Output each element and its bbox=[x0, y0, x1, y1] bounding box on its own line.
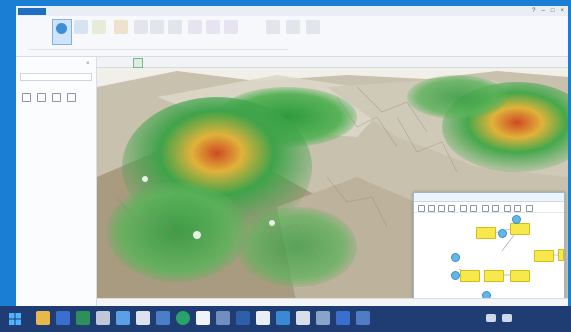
labeling-icon[interactable] bbox=[266, 20, 280, 34]
file-explorer-icon[interactable] bbox=[36, 311, 50, 325]
list-by-editing-icon[interactable] bbox=[67, 93, 76, 102]
modelbuilder-toolbar bbox=[414, 203, 564, 213]
tab-scene-view[interactable] bbox=[133, 58, 143, 68]
model-node-tool[interactable] bbox=[558, 249, 564, 261]
status-bar bbox=[97, 298, 568, 306]
list-by-selection-icon[interactable] bbox=[52, 93, 61, 102]
app-icon[interactable] bbox=[336, 311, 350, 325]
view-tabs bbox=[97, 57, 568, 68]
save-icon[interactable] bbox=[418, 205, 425, 212]
arcgis-pro-window: ? – □ × × bbox=[16, 6, 568, 306]
model-node-data[interactable] bbox=[451, 271, 460, 280]
app-icon[interactable] bbox=[196, 311, 210, 325]
title-bar: ? – □ × bbox=[16, 6, 568, 16]
network-icon[interactable] bbox=[486, 314, 496, 322]
add-data-icon[interactable] bbox=[114, 20, 128, 34]
pan-icon[interactable] bbox=[504, 205, 511, 212]
minimize-icon[interactable]: – bbox=[542, 7, 545, 15]
app-icon[interactable] bbox=[356, 311, 370, 325]
cut-icon[interactable] bbox=[428, 205, 435, 212]
app-icon[interactable] bbox=[256, 311, 270, 325]
model-node-tool[interactable] bbox=[510, 223, 530, 235]
download-map-icon[interactable] bbox=[306, 20, 320, 34]
model-node-data[interactable] bbox=[512, 215, 521, 224]
run-icon[interactable] bbox=[470, 205, 477, 212]
pane-search-input[interactable] bbox=[20, 73, 92, 81]
infographics-icon[interactable] bbox=[224, 20, 238, 34]
paste-icon[interactable] bbox=[448, 205, 455, 212]
model-node-tool[interactable] bbox=[476, 227, 496, 239]
tab-map-view[interactable] bbox=[101, 58, 109, 66]
app-icon[interactable] bbox=[276, 311, 290, 325]
navigate-button[interactable] bbox=[52, 19, 72, 45]
windows-start-icon[interactable] bbox=[8, 312, 22, 326]
app-icon[interactable] bbox=[76, 311, 90, 325]
validate-icon[interactable] bbox=[460, 205, 467, 212]
auto-layout-icon[interactable] bbox=[482, 205, 489, 212]
window-controls: ? – □ × bbox=[532, 7, 564, 15]
app-icon[interactable] bbox=[296, 311, 310, 325]
close-icon[interactable]: × bbox=[560, 7, 564, 15]
select-by-attributes-icon[interactable] bbox=[150, 20, 164, 34]
model-node-data[interactable] bbox=[498, 229, 507, 238]
app-icon[interactable] bbox=[236, 311, 250, 325]
ribbon-group-labels bbox=[28, 49, 288, 50]
pane-close-icon[interactable]: × bbox=[86, 61, 90, 67]
app-icon[interactable] bbox=[216, 311, 230, 325]
scene-view[interactable] bbox=[97, 57, 568, 306]
desktop: ? – □ × × bbox=[0, 0, 571, 332]
app-icon[interactable] bbox=[176, 311, 190, 325]
model-node-tool[interactable] bbox=[484, 270, 504, 282]
app-icon[interactable] bbox=[96, 311, 110, 325]
model-canvas[interactable] bbox=[414, 213, 564, 300]
basemap-icon[interactable] bbox=[92, 20, 106, 34]
locate-icon[interactable] bbox=[206, 20, 220, 34]
ie-icon[interactable] bbox=[56, 311, 70, 325]
measure-icon[interactable] bbox=[188, 20, 202, 34]
project-tab[interactable] bbox=[18, 8, 46, 15]
maximize-icon[interactable]: □ bbox=[551, 7, 555, 15]
model-node-tool[interactable] bbox=[534, 250, 554, 262]
copy-icon[interactable] bbox=[438, 205, 445, 212]
arcgis-pro-taskbar-icon[interactable] bbox=[116, 311, 130, 325]
lock-icon[interactable] bbox=[286, 20, 300, 34]
model-node-tool[interactable] bbox=[510, 270, 530, 282]
zoom-icon[interactable] bbox=[514, 205, 521, 212]
windows-taskbar bbox=[0, 306, 571, 332]
ribbon bbox=[16, 16, 568, 57]
contents-pane: × bbox=[16, 57, 97, 306]
list-by-source-icon[interactable] bbox=[37, 93, 46, 102]
modelbuilder-window[interactable] bbox=[413, 192, 565, 300]
modelbuilder-title bbox=[414, 193, 564, 202]
app-icon[interactable] bbox=[136, 311, 150, 325]
app-icon[interactable] bbox=[316, 311, 330, 325]
model-node-tool[interactable] bbox=[460, 270, 480, 282]
navigate-icon bbox=[56, 23, 67, 34]
list-by-drawing-order-icon[interactable] bbox=[22, 93, 31, 102]
fit-to-window-icon[interactable] bbox=[492, 205, 499, 212]
select-icon[interactable] bbox=[134, 20, 148, 34]
select-icon[interactable] bbox=[526, 205, 533, 212]
model-node-data[interactable] bbox=[451, 253, 460, 262]
volume-icon[interactable] bbox=[502, 314, 512, 322]
pane-toolbar bbox=[22, 93, 76, 102]
bookmarks-icon[interactable] bbox=[74, 20, 88, 34]
app-icon[interactable] bbox=[156, 311, 170, 325]
clear-selection-icon[interactable] bbox=[168, 20, 182, 34]
help-icon[interactable]: ? bbox=[532, 7, 535, 15]
